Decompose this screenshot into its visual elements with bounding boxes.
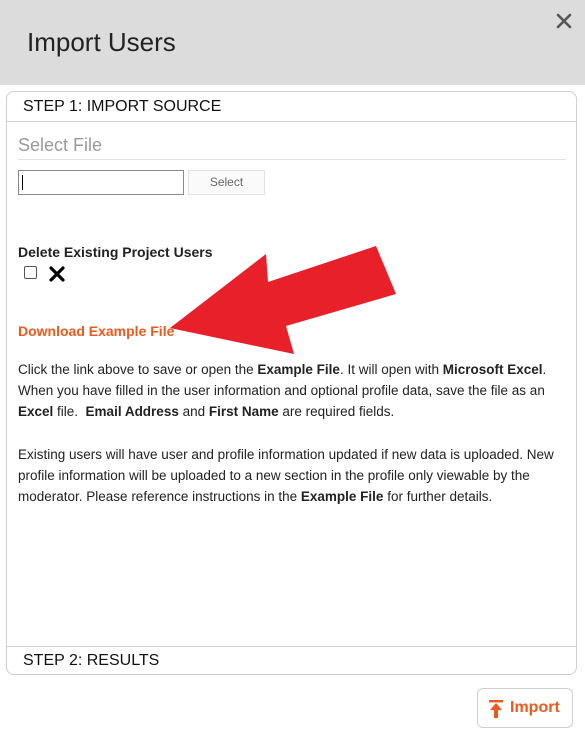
import-button[interactable]: Import — [477, 688, 573, 728]
instructions-paragraph-1: Click the link above to save or open the… — [18, 362, 547, 419]
import-button-label: Import — [510, 699, 560, 716]
close-icon[interactable] — [553, 10, 575, 32]
annotation-arrow-icon — [170, 246, 396, 354]
upload-arrow-icon — [489, 700, 503, 718]
step-1-header[interactable]: STEP 1: IMPORT SOURCE — [7, 92, 576, 122]
dialog-title: Import Users — [27, 27, 176, 57]
step-2-header[interactable]: STEP 2: RESULTS — [7, 646, 576, 674]
file-path-input[interactable] — [18, 170, 184, 195]
instructions-paragraph-2: Existing users will have user and profil… — [18, 447, 554, 504]
select-file-label: Select File — [18, 135, 566, 160]
dialog-header: Import Users — [0, 0, 585, 85]
select-file-button[interactable]: Select — [188, 170, 265, 195]
download-example-file-link[interactable]: Download Example File — [18, 323, 174, 339]
delete-existing-users-checkbox[interactable] — [24, 266, 37, 279]
text-caret — [22, 175, 23, 190]
x-icon[interactable] — [49, 266, 65, 282]
